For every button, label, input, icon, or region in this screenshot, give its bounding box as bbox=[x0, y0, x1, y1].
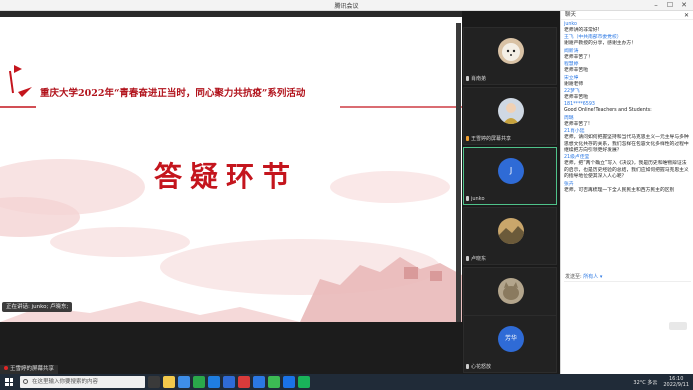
chat-text: 老师辛苦啦 bbox=[564, 95, 588, 101]
taskbar-app-icon[interactable] bbox=[253, 376, 265, 388]
taskbar-app-icon[interactable] bbox=[238, 376, 250, 388]
app-window: 腾讯会议 – ☐ ✕ 重庆大学2022年“青春奋进正当时，同心聚力共抗疫”系列活… bbox=[0, 0, 693, 390]
chat-message: 程慧婷 老师辛苦啦 bbox=[564, 62, 691, 74]
chat-message: 181****6593 Good Online!Teachers and Stud… bbox=[564, 102, 691, 114]
chat-header: 聊天 ✕ bbox=[561, 11, 693, 20]
clock-date: 2022/9/11 bbox=[663, 382, 689, 388]
weather-text: 32°C 多云 bbox=[633, 379, 658, 386]
participant-name: 王雪婷的屏幕共享 bbox=[471, 136, 512, 142]
participant-tile[interactable]: 芳华 心花怒放 bbox=[463, 315, 557, 373]
chat-text: 谢谢严教授的分享，感谢主办方！ bbox=[564, 41, 636, 47]
participant-list: 肖南弟 王雪婷的屏幕共享 J junko 卢晓东 芳华 心花怒放 bbox=[462, 11, 560, 374]
participant-name: junko bbox=[471, 196, 485, 202]
chat-text: 老师讲的非常好! bbox=[564, 28, 600, 33]
junko-avatar: J bbox=[498, 158, 524, 184]
recording-dot-icon bbox=[4, 366, 8, 370]
chat-text: Good Online!Teachers and Students: bbox=[564, 108, 652, 114]
send-to-value[interactable]: 所有人 ▾ bbox=[583, 274, 602, 280]
send-to-selector[interactable]: 发送至: 所有人 ▾ bbox=[565, 273, 602, 280]
mic-icon bbox=[466, 364, 469, 369]
clock[interactable]: 16:10 2022/9/11 bbox=[663, 376, 689, 388]
mic-icon bbox=[466, 256, 469, 261]
participant-tile[interactable]: 王雪婷的屏幕共享 bbox=[463, 87, 557, 145]
share-label: 王雪婷的屏幕共享 bbox=[10, 366, 55, 372]
taskbar-search[interactable]: 在这里输入你要搜索的内容 bbox=[20, 376, 145, 388]
close-button[interactable]: ✕ bbox=[677, 0, 691, 11]
landscape-avatar-icon bbox=[498, 218, 524, 244]
chat-message: 周璐 老师辛苦了! bbox=[564, 116, 691, 128]
participant-tile-active[interactable]: J junko bbox=[463, 147, 557, 205]
chat-messages: junko 老师讲的非常好! 王飞（中共南部市委党校） 谢谢严教授的分享，感谢主办方！… bbox=[564, 22, 691, 195]
chat-text: 老师辛苦了! bbox=[564, 121, 590, 127]
chat-text: 老师，把“两个确立”写入《决议》，我是历史和唯物辩证法的启示，也是历史经验的总结… bbox=[564, 161, 689, 180]
chat-text: 老师，可否再梳理一下全人民民主和西方民主的区别 bbox=[564, 187, 675, 193]
share-icon bbox=[466, 136, 469, 141]
meeting-bottom-area bbox=[0, 322, 462, 374]
taskbar-apps bbox=[148, 376, 313, 388]
qa-title: 答疑环节 bbox=[154, 160, 299, 193]
chat-message: 21级卢佳莹 老师，把“两个确立”写入《决议》，我是历史和唯物辩证法的启示，也是历… bbox=[564, 155, 691, 180]
chat-message: 王飞（中共南部市委党校） 谢谢严教授的分享，感谢主办方！ bbox=[564, 35, 691, 47]
taskbar-app-icon[interactable] bbox=[298, 376, 310, 388]
chat-text: 谢谢老师 bbox=[564, 81, 584, 87]
maximize-button[interactable]: ☐ bbox=[663, 0, 677, 11]
taskbar-app-icon[interactable] bbox=[268, 376, 280, 388]
screen-share-bar[interactable]: 王雪婷的屏幕共享 bbox=[0, 365, 59, 374]
participant-name: 肖南弟 bbox=[471, 76, 487, 82]
chat-message: 张卉 老师，可否再梳理一下全人民民主和西方民主的区别 bbox=[564, 182, 691, 194]
fanghua-avatar: 芳华 bbox=[498, 326, 524, 352]
windows-start-icon[interactable] bbox=[5, 378, 13, 386]
title-bar: 腾讯会议 – ☐ ✕ bbox=[0, 0, 693, 11]
system-tray: 32°C 多云 16:10 2022/9/11 bbox=[633, 374, 689, 390]
mic-icon bbox=[466, 76, 469, 81]
chat-message: 闻新涛 老师辛苦了！ bbox=[564, 49, 691, 61]
taskbar-app-icon[interactable] bbox=[223, 376, 235, 388]
cat-avatar-icon bbox=[498, 278, 524, 304]
chat-text: 老师辛苦了！ bbox=[564, 54, 593, 60]
person-avatar-icon bbox=[498, 98, 524, 124]
participant-name: 卢晓东 bbox=[471, 256, 487, 262]
search-placeholder: 在这里输入你要搜索的内容 bbox=[32, 379, 99, 385]
taskbar-app-icon[interactable] bbox=[148, 376, 160, 388]
send-button[interactable] bbox=[669, 322, 687, 330]
send-to-label: 发送至: bbox=[565, 274, 582, 280]
chat-text: 老师辛苦啦 bbox=[564, 68, 588, 74]
speaking-indicator: 正在讲话: junko; 卢晓东; bbox=[2, 302, 73, 312]
dog-avatar-icon bbox=[498, 38, 524, 64]
shared-screen: 重庆大学2022年“青春奋进正当时，同心聚力共抗疫”系列活动 答疑环节 bbox=[0, 17, 462, 322]
taskbar: 在这里输入你要搜索的内容 32°C 多云 16:10 2022/9/11 bbox=[0, 374, 693, 390]
taskbar-app-icon[interactable] bbox=[283, 376, 295, 388]
taskbar-app-icon[interactable] bbox=[163, 376, 175, 388]
participant-name: 心花怒放 bbox=[471, 364, 492, 370]
chat-message: junko 老师讲的非常好! bbox=[564, 22, 691, 34]
chat-text: 老师，请问如何把握坚持和当代马克思主义一元主导与多种思想文化共存的关系，我们怎样… bbox=[564, 135, 689, 154]
window-title: 腾讯会议 bbox=[334, 3, 359, 10]
slide-scrollbar[interactable] bbox=[456, 23, 461, 322]
mic-icon bbox=[466, 196, 469, 201]
participant-tile[interactable]: 卢晓东 bbox=[463, 207, 557, 265]
taskbar-app-icon[interactable] bbox=[178, 376, 190, 388]
minimize-button[interactable]: – bbox=[649, 0, 663, 11]
slide-heading: 重庆大学2022年“青春奋进正当时，同心聚力共抗疫”系列活动 bbox=[40, 88, 306, 99]
chat-title: 聊天 bbox=[565, 12, 577, 18]
taskbar-app-icon[interactable] bbox=[208, 376, 220, 388]
search-icon bbox=[23, 379, 28, 384]
taskbar-app-icon[interactable] bbox=[193, 376, 205, 388]
chat-panel: 聊天 ✕ junko 老师讲的非常好! 王飞（中共南部市委党校） 谢谢严教授的分享，感… bbox=[560, 11, 693, 374]
chat-close-icon[interactable]: ✕ bbox=[684, 11, 689, 20]
chat-message: 21肖小廷 老师，请问如何把握坚持和当代马克思主义一元主导与多种思想文化共存的关系… bbox=[564, 129, 691, 154]
chat-message: 22梦飞 老师辛苦啦 bbox=[564, 89, 691, 101]
participant-tile[interactable]: 肖南弟 bbox=[463, 27, 557, 85]
chat-input[interactable] bbox=[564, 281, 691, 336]
chat-message: 宋立坤 谢谢老师 bbox=[564, 76, 691, 88]
